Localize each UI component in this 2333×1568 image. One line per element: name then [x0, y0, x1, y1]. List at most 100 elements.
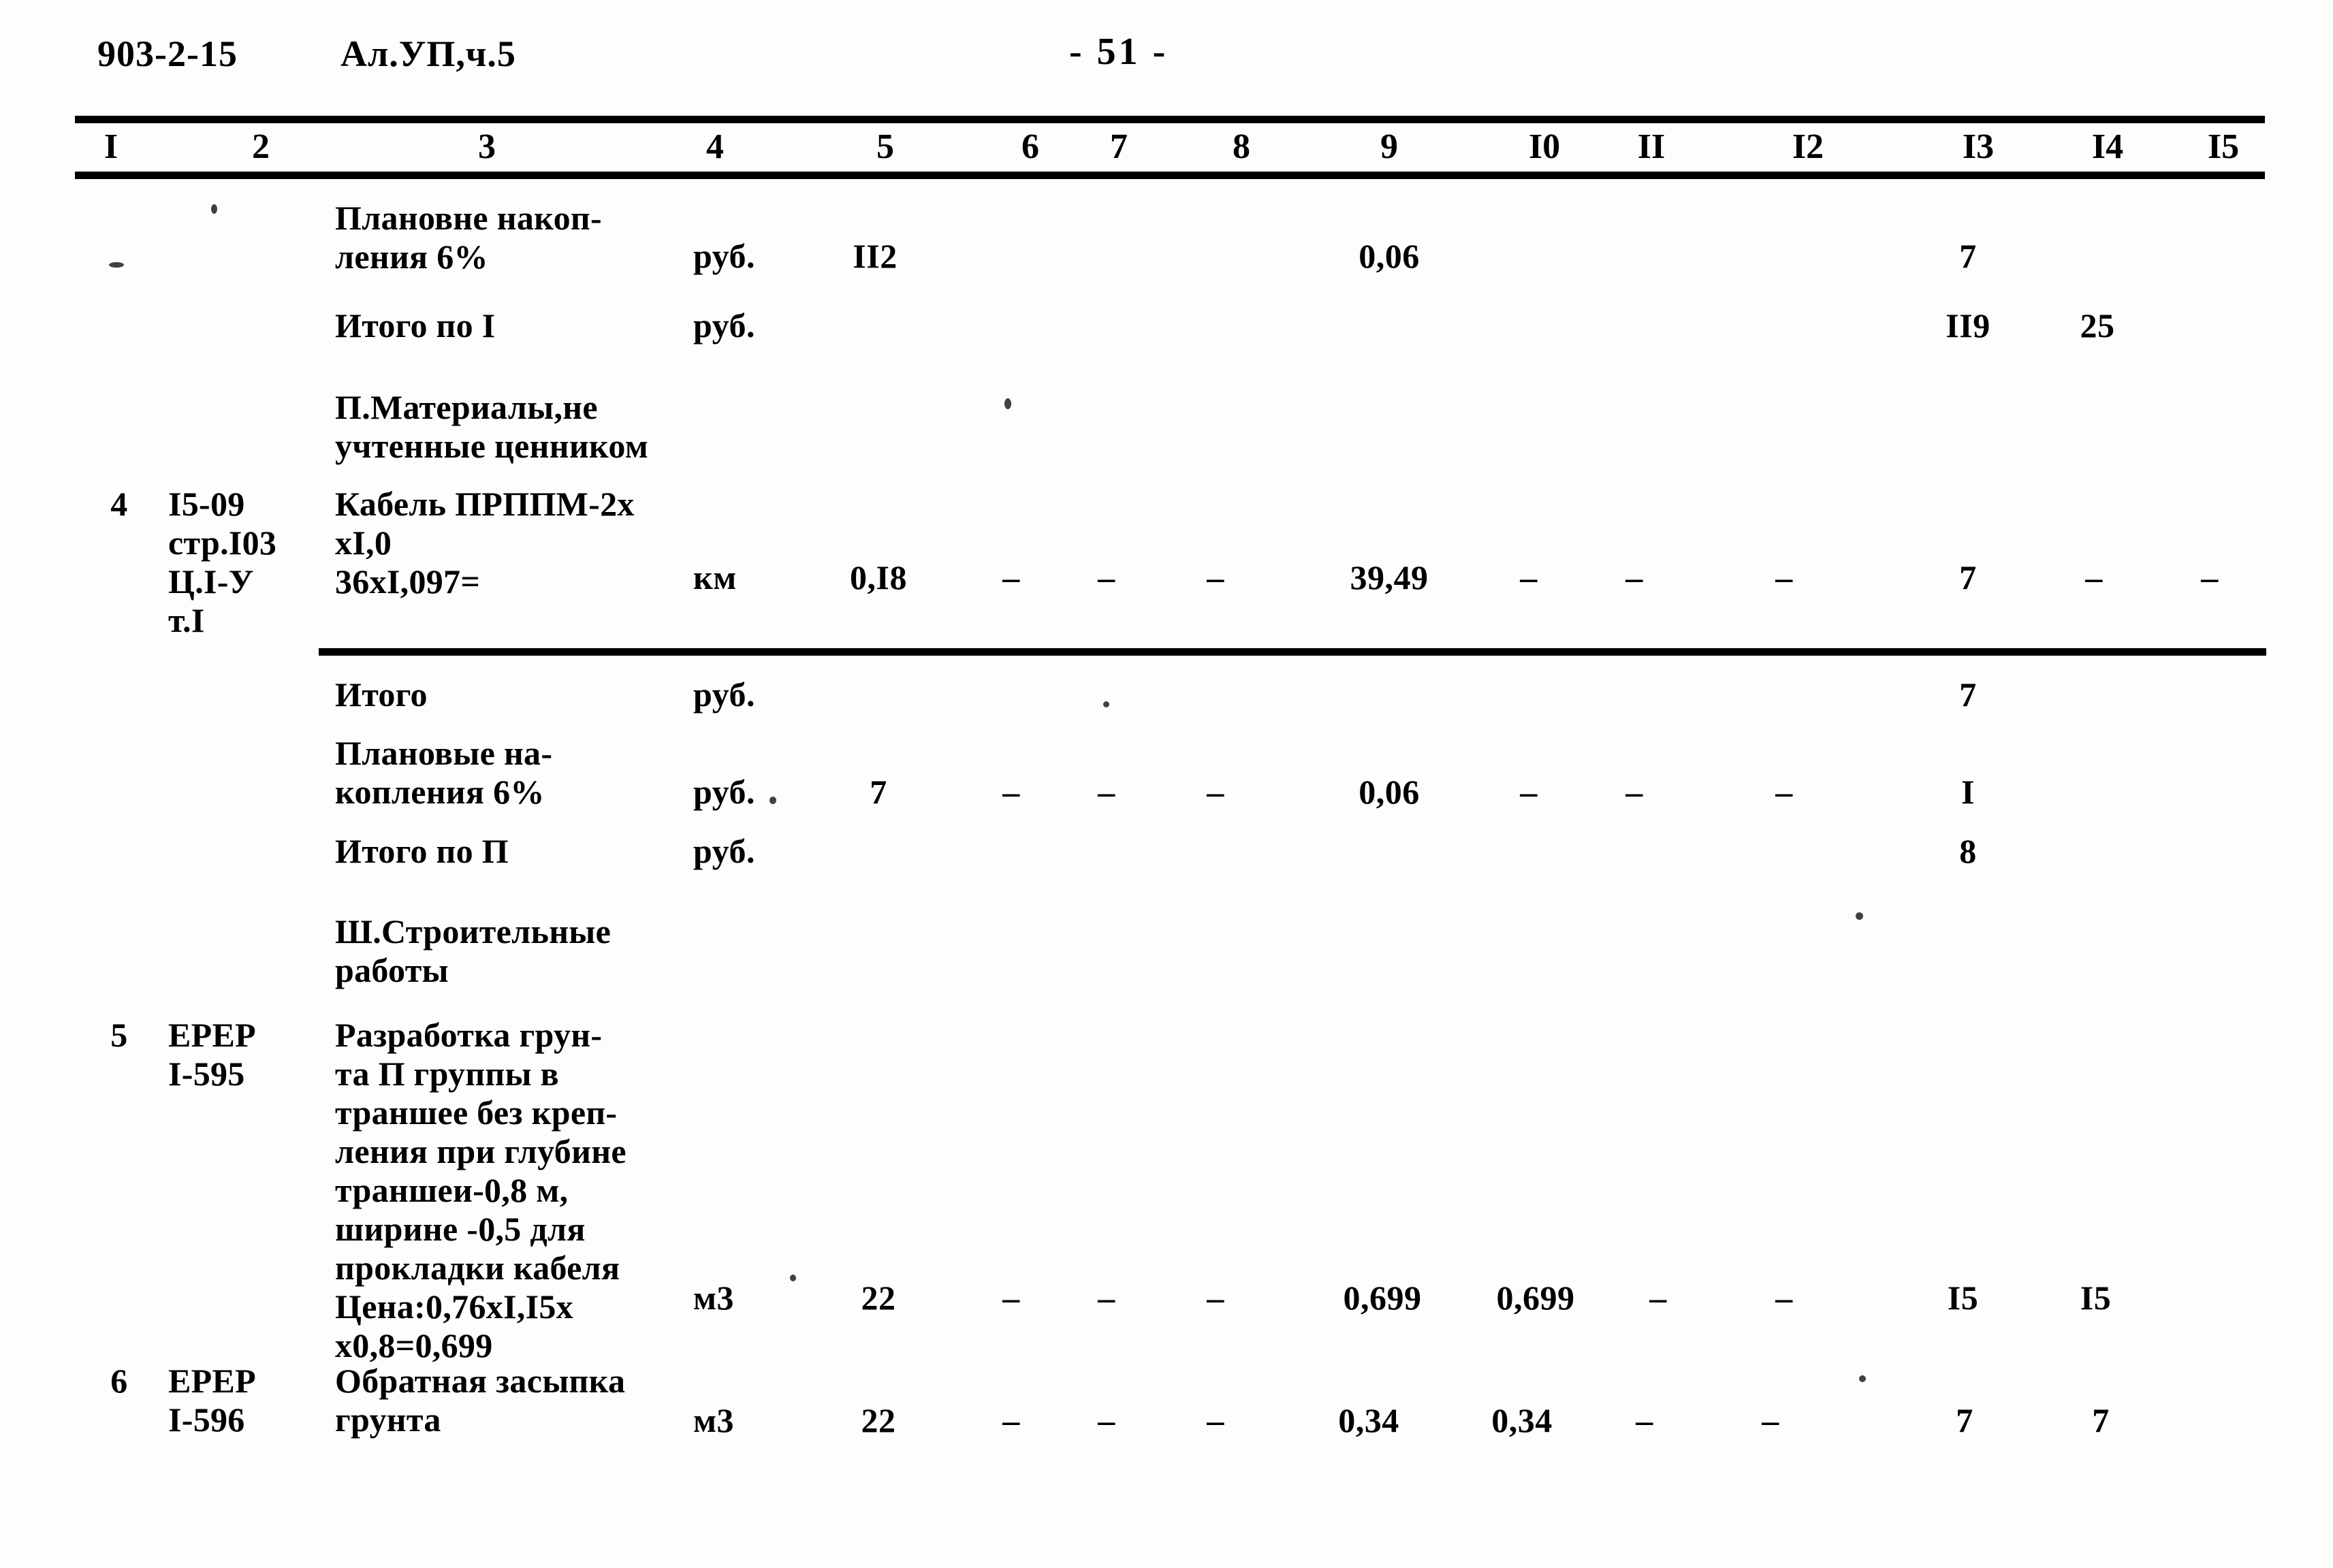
table-top-rule — [75, 116, 2265, 123]
page-number: - 51 - — [1069, 31, 1169, 73]
row-col12: – — [1775, 1279, 1793, 1317]
row-col13: 7 — [1959, 558, 1977, 596]
scan-speck — [769, 797, 776, 804]
row-col13: 8 — [1959, 832, 1977, 870]
row-col6: – — [1002, 1279, 1020, 1317]
row-col10: – — [1520, 773, 1538, 811]
column-header-12: I2 — [1792, 127, 1824, 166]
row-col13: 7 — [1959, 675, 1977, 714]
row-col13: II9 — [1946, 306, 1990, 345]
row-col9: 0,06 — [1359, 773, 1420, 811]
row-col11: – — [1625, 773, 1643, 811]
row-col14: 7 — [2092, 1401, 2110, 1439]
row-col10: 0,699 — [1496, 1279, 1575, 1317]
row-col9: 39,49 — [1350, 558, 1429, 596]
column-header-8: 8 — [1233, 127, 1250, 166]
column-header-7: 7 — [1110, 127, 1128, 166]
row-col12: – — [1775, 558, 1793, 596]
row-col6: – — [1002, 1401, 1020, 1439]
scan-speck — [1859, 1375, 1866, 1382]
row-description: Плановне накоп- ления 6% — [335, 199, 602, 276]
row-col11: – — [1636, 1401, 1653, 1439]
column-header-10: I0 — [1528, 127, 1561, 166]
row-unit: руб. — [693, 306, 755, 345]
row-col5: 0,I8 — [850, 558, 907, 596]
row-unit: км — [693, 558, 737, 596]
row-description: Итого по П — [335, 832, 509, 870]
row-col14: I5 — [2080, 1279, 2112, 1317]
scan-speck — [109, 262, 124, 268]
row-col14: 25 — [2080, 306, 2115, 345]
row-number: 6 — [110, 1362, 128, 1400]
row-col7: – — [1098, 773, 1115, 811]
row-col10: – — [1520, 558, 1538, 596]
row-col8: – — [1207, 1279, 1224, 1317]
row-description: Кабель ПРППМ-2х хI,0 36хI,097= — [335, 485, 635, 601]
row-col5: II2 — [853, 237, 898, 275]
row-col13: 7 — [1956, 1401, 1973, 1439]
row-col7: – — [1098, 1279, 1115, 1317]
column-header-3: 3 — [478, 127, 496, 166]
row-description: Плановые на- копления 6% — [335, 734, 553, 811]
row-col7: – — [1098, 558, 1115, 596]
row-code: ЕРЕР I-595 — [168, 1016, 256, 1093]
row-col9: 0,34 — [1338, 1401, 1399, 1439]
row-col5: 22 — [861, 1401, 896, 1439]
row-col11: – — [1625, 558, 1643, 596]
row-unit: руб. — [693, 675, 755, 714]
column-header-14: I4 — [2091, 127, 2124, 166]
row-col12: – — [1762, 1401, 1779, 1439]
document-code: 903-2-15 — [97, 33, 238, 74]
row-unit: руб. — [693, 832, 755, 870]
album-reference: Ал.УП,ч.5 — [340, 33, 516, 74]
column-header-2: 2 — [252, 127, 270, 166]
row-col7: – — [1098, 1401, 1115, 1439]
column-header-6: 6 — [1021, 127, 1039, 166]
row-number: 5 — [110, 1016, 128, 1054]
row-col13: I — [1961, 773, 1975, 811]
column-header-4: 4 — [706, 127, 724, 166]
row-col8: – — [1207, 1401, 1224, 1439]
row-col9: 0,06 — [1359, 237, 1420, 275]
scan-speck — [1856, 912, 1863, 920]
row-col6: – — [1002, 558, 1020, 596]
column-header-9: 9 — [1380, 127, 1398, 166]
row-col11: – — [1649, 1279, 1667, 1317]
section-heading-construction: Ш.Строительные работы — [335, 912, 612, 989]
row-description: Итого по I — [335, 306, 496, 345]
row-col14: – — [2085, 558, 2103, 596]
row-col5: 22 — [861, 1279, 896, 1317]
scan-speck — [790, 1275, 796, 1281]
column-header-5: 5 — [876, 127, 894, 166]
row-col8: – — [1207, 773, 1224, 811]
row-col5: 7 — [870, 773, 887, 811]
row-description: Обратная засыпка грунта — [335, 1362, 626, 1439]
row-unit: м3 — [693, 1279, 735, 1317]
page-header: 903-2-15 Ал.УП,ч.5 - 51 - — [0, 0, 2333, 109]
row-unit: руб. — [693, 773, 755, 811]
section-heading-materials: П.Материалы,не учтенные ценником — [335, 388, 649, 465]
row-description: Разработка грун- та П группы в траншее б… — [335, 1016, 626, 1364]
row-code: ЕРЕР I-596 — [168, 1362, 256, 1439]
row-col12: – — [1775, 773, 1793, 811]
row-number: 4 — [110, 485, 128, 523]
row-col15: – — [2201, 558, 2219, 596]
row-col6: – — [1002, 773, 1020, 811]
row-unit: м3 — [693, 1401, 735, 1439]
column-header-1: I — [104, 127, 118, 166]
table-header-rule — [75, 172, 2265, 179]
row-col13: I5 — [1947, 1279, 1979, 1317]
row-unit: руб. — [693, 237, 755, 275]
row-col13: 7 — [1959, 237, 1977, 275]
row-col9: 0,699 — [1343, 1279, 1422, 1317]
scan-speck — [1103, 701, 1109, 707]
scanned-page: 903-2-15 Ал.УП,ч.5 - 51 - I 2 3 4 5 6 7 … — [0, 0, 2333, 1568]
row-col10: 0,34 — [1491, 1401, 1553, 1439]
column-header-11: II — [1637, 127, 1666, 166]
row-description: Итого — [335, 675, 428, 714]
row-code: I5-09 стр.I03 Ц.I-У т.I — [168, 485, 277, 639]
row-col8: – — [1207, 558, 1224, 596]
scan-speck — [211, 204, 217, 214]
table-section-rule — [319, 648, 2266, 656]
column-header-13: I3 — [1962, 127, 1995, 166]
